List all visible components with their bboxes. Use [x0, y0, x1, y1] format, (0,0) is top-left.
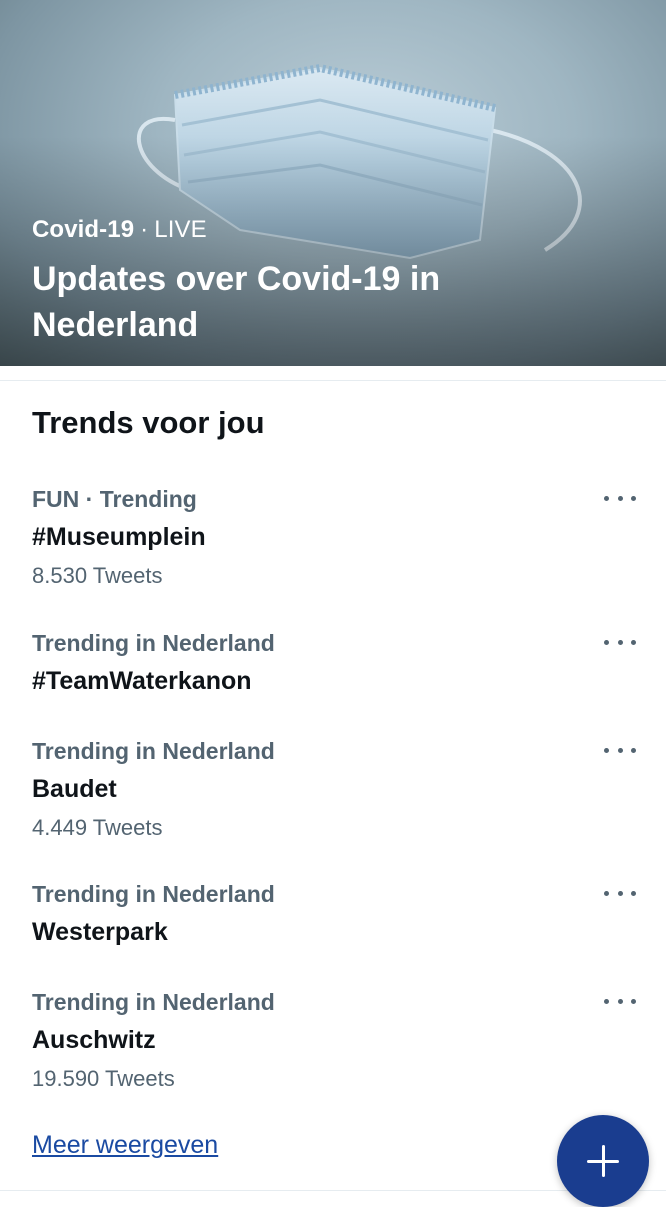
more-horizontal-icon[interactable] [604, 630, 636, 654]
trend-context: Trending in Nederland [32, 881, 275, 907]
show-more-link[interactable]: Meer weergeven [32, 1131, 218, 1160]
more-horizontal-icon[interactable] [604, 989, 636, 1013]
more-horizontal-icon[interactable] [604, 881, 636, 905]
trend-name: #Museumplein [32, 523, 206, 551]
trend-name: Auschwitz [32, 1026, 156, 1054]
trend-count: 8.530 Tweets [32, 563, 163, 588]
compose-button[interactable] [557, 1115, 649, 1207]
trend-context: Trending in Nederland [32, 630, 275, 656]
bottom-divider [0, 1190, 666, 1191]
trend-count: 4.449 Tweets [32, 815, 163, 840]
trends-heading: Trends voor jou [32, 405, 265, 440]
trend-context: FUN · Trending [32, 486, 197, 512]
hero-category: Covid-19 [32, 216, 135, 243]
trend-name: Baudet [32, 775, 117, 803]
trend-name: #TeamWaterkanon [32, 667, 252, 695]
trend-context: Trending in Nederland [32, 989, 275, 1015]
trend-name: Westerpark [32, 918, 168, 946]
trend-count: 19.590 Tweets [32, 1066, 175, 1091]
live-label: LIVE [154, 216, 207, 243]
hero-title: Updates over Covid-19 in Nederland [32, 260, 441, 344]
section-divider [0, 366, 666, 381]
hero-meta: Covid-19 · LIVE [32, 216, 207, 244]
more-horizontal-icon[interactable] [604, 486, 636, 510]
hero-separator: · [140, 216, 149, 243]
more-horizontal-icon[interactable] [604, 738, 636, 762]
trend-context: Trending in Nederland [32, 738, 275, 764]
covid-hero-banner[interactable]: Covid-19 · LIVE Updates over Covid-19 in N… [0, 0, 666, 366]
